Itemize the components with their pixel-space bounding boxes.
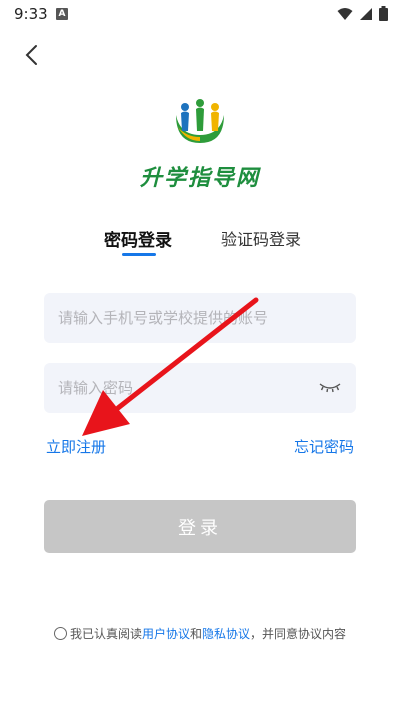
privacy-agreement-link[interactable]: 隐私协议 xyxy=(202,627,250,641)
battery-icon xyxy=(379,6,388,21)
notification-icon: A xyxy=(56,8,68,20)
login-button[interactable]: 登录 xyxy=(44,500,356,553)
forgot-password-link[interactable]: 忘记密码 xyxy=(294,436,354,457)
tab-code-login[interactable]: 验证码登录 xyxy=(221,226,301,250)
login-tabs: 密码登录 验证码登录 xyxy=(0,226,400,266)
logo-icon xyxy=(176,99,224,143)
status-bar: 9:33 A xyxy=(0,0,400,28)
agreement-suffix: ，并同意协议内容 xyxy=(250,627,347,641)
agreement-and: 和 xyxy=(189,627,202,641)
agreement-checkbox[interactable] xyxy=(53,627,67,640)
tab-password-login[interactable]: 密码登录 xyxy=(104,226,172,251)
signal-icon xyxy=(360,7,372,20)
user-agreement-link[interactable]: 用户协议 xyxy=(142,627,190,641)
status-time: 9:33 xyxy=(14,5,48,23)
wifi-icon xyxy=(337,7,353,20)
account-input[interactable] xyxy=(44,293,356,343)
logo-text: 升学指导网 xyxy=(139,166,260,191)
register-link[interactable]: 立即注册 xyxy=(46,436,106,457)
agreement-prefix: 我已认真阅读 xyxy=(69,627,142,641)
agreement-row: 我已认真阅读用户协议和隐私协议，并同意协议内容 xyxy=(0,625,400,642)
status-icons xyxy=(337,6,388,21)
back-button[interactable] xyxy=(16,40,46,70)
chevron-left-icon xyxy=(25,45,37,65)
active-tab-indicator xyxy=(122,253,156,256)
eye-closed-icon[interactable] xyxy=(318,378,342,396)
password-input[interactable] xyxy=(44,363,356,413)
